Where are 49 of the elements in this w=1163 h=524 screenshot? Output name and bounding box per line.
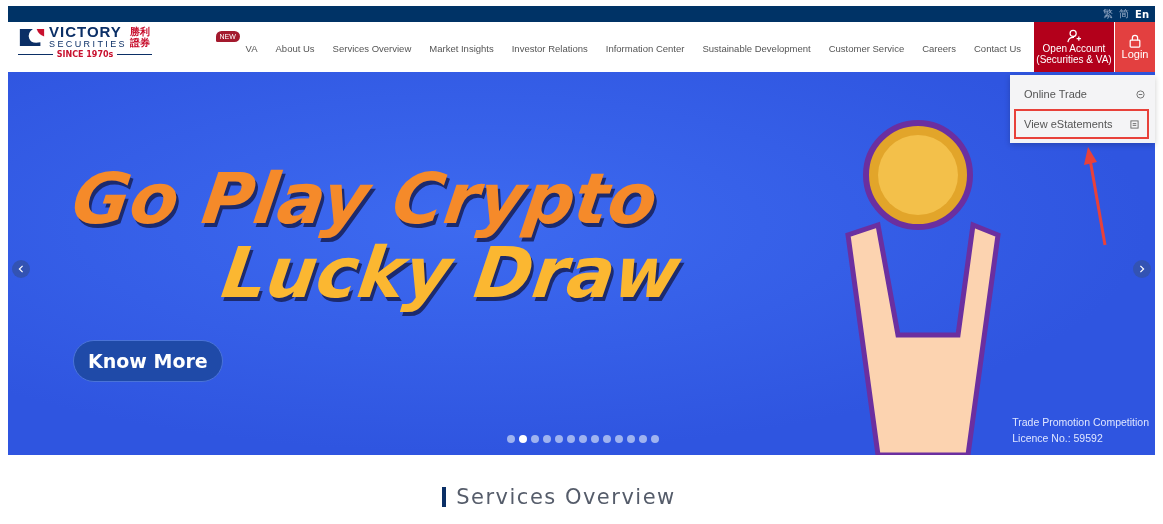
nav-link[interactable]: Investor Relations bbox=[502, 42, 597, 54]
nav-link[interactable]: Sustainable Development bbox=[693, 42, 820, 54]
language-link[interactable]: 简 bbox=[1119, 7, 1130, 21]
know-more-button[interactable]: Know More bbox=[73, 340, 223, 382]
nav-link[interactable]: Market Insights bbox=[420, 42, 503, 54]
logo-icon bbox=[18, 26, 46, 48]
login-button[interactable]: Login bbox=[1114, 22, 1155, 72]
circle-minus-icon bbox=[1136, 89, 1145, 99]
licence-text: Licence No.: 59592 bbox=[1012, 431, 1104, 446]
nav-link[interactable]: Careers bbox=[913, 42, 965, 54]
dropdown-menu-item[interactable]: Online Trade bbox=[1010, 79, 1155, 109]
carousel-dot[interactable] bbox=[603, 435, 611, 443]
open-account-button[interactable]: Open Account (Securities & VA) bbox=[1034, 22, 1114, 72]
carousel-dot[interactable] bbox=[591, 435, 599, 443]
document-icon bbox=[1130, 119, 1139, 129]
carousel-dot[interactable] bbox=[615, 435, 623, 443]
nav-link[interactable]: Contact Us bbox=[965, 42, 1030, 54]
nav-link[interactable]: Information Center bbox=[596, 42, 694, 54]
carousel-dot[interactable] bbox=[639, 435, 647, 443]
chevron-left-icon bbox=[17, 265, 25, 273]
logo-subtitle: SECURITIES bbox=[49, 39, 127, 49]
carousel-dot[interactable] bbox=[531, 435, 539, 443]
title-accent-bar bbox=[442, 487, 447, 507]
nav-link[interactable]: Services Overview bbox=[323, 42, 421, 54]
next-slide-button[interactable] bbox=[1133, 260, 1151, 278]
licence-text: Trade Promotion Competition bbox=[1012, 415, 1149, 430]
language-link[interactable]: 繁 bbox=[1103, 7, 1114, 21]
carousel-dot[interactable] bbox=[567, 435, 575, 443]
carousel-dot[interactable] bbox=[627, 435, 635, 443]
carousel-dot[interactable] bbox=[651, 435, 659, 443]
previous-slide-button[interactable] bbox=[12, 260, 30, 278]
nav-link[interactable]: Customer Service bbox=[819, 42, 914, 54]
logo-chinese-text: 證券 bbox=[130, 37, 150, 48]
language-link[interactable]: En bbox=[1135, 8, 1149, 20]
carousel-dot[interactable] bbox=[519, 435, 527, 443]
banner-headline: Go Play Crypto bbox=[68, 162, 664, 236]
since-label: SINCE 1970s bbox=[56, 50, 114, 59]
carousel-dot[interactable] bbox=[507, 435, 515, 443]
logo-wordmark: VICTORY bbox=[49, 25, 123, 39]
section-title: Services Overview bbox=[456, 485, 676, 509]
nav-link[interactable]: About Us bbox=[266, 42, 324, 54]
add-user-icon bbox=[1067, 29, 1081, 43]
logo-chinese-text: 勝利 bbox=[130, 26, 150, 37]
dropdown-menu-item[interactable]: View eStatements bbox=[1014, 109, 1149, 139]
carousel-dot[interactable] bbox=[555, 435, 563, 443]
carousel-dot[interactable] bbox=[579, 435, 587, 443]
carousel-dot[interactable] bbox=[543, 435, 551, 443]
lock-icon bbox=[1128, 34, 1142, 48]
chevron-right-icon bbox=[1138, 265, 1146, 273]
